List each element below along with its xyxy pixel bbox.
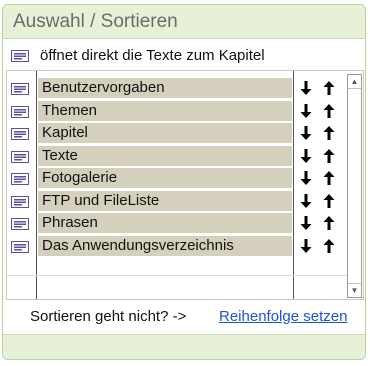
arrow-down-icon[interactable] (299, 80, 313, 101)
list-item: Das Anwendungsverzeichnis (7, 235, 347, 257)
sort-question-text: Sortieren geht nicht? -> (30, 308, 187, 325)
arrow-up-icon[interactable] (322, 125, 336, 146)
list-item-label[interactable]: Texte (38, 145, 292, 166)
arrow-down-icon[interactable] (299, 103, 313, 124)
list-item-label[interactable]: Phrasen (38, 213, 292, 233)
scroll-up-button[interactable]: ▲ (348, 75, 361, 89)
arrow-down-icon[interactable] (299, 148, 313, 169)
list-item-label[interactable]: Benutzervorgaben (38, 78, 292, 98)
arrow-down-icon[interactable] (299, 193, 313, 214)
text-document-icon[interactable] (11, 172, 29, 190)
panel-title: Auswahl / Sortieren (13, 11, 178, 32)
text-document-icon[interactable] (11, 240, 29, 258)
set-order-link[interactable]: Reihenfolge setzen (219, 308, 347, 325)
arrow-down-icon[interactable] (299, 125, 313, 146)
arrow-down-icon[interactable] (299, 170, 313, 191)
text-document-icon[interactable] (11, 217, 29, 235)
arrow-down-icon[interactable] (299, 238, 313, 259)
arrow-up-icon[interactable] (322, 80, 336, 101)
text-document-icon[interactable] (11, 105, 29, 123)
list-item-label[interactable]: Kapitel (38, 123, 292, 143)
list-item: Kapitel (7, 122, 347, 144)
arrow-up-icon[interactable] (322, 238, 336, 259)
arrow-up-icon[interactable] (322, 103, 336, 124)
vertical-scrollbar[interactable]: ▲ ▼ (347, 74, 362, 298)
arrow-up-icon[interactable] (322, 215, 336, 236)
scroll-down-button[interactable]: ▼ (348, 283, 361, 297)
hint-text: öffnet direkt die Texte zum Kapitel (40, 47, 265, 64)
text-document-icon[interactable] (11, 127, 29, 145)
text-document-icon (11, 49, 29, 67)
list-item: Texte (7, 145, 347, 167)
arrow-down-icon[interactable] (299, 215, 313, 236)
text-document-icon[interactable] (11, 82, 29, 100)
list-item: Phrasen (7, 212, 347, 234)
text-document-icon[interactable] (11, 150, 29, 168)
panel-footer (3, 334, 365, 359)
row-divider (7, 275, 347, 276)
panel-header: Auswahl / Sortieren (3, 5, 365, 39)
arrow-up-icon[interactable] (322, 193, 336, 214)
list-item: Fotogalerie (7, 167, 347, 189)
list-item-label[interactable]: FTP und FileListe (38, 190, 292, 211)
list-item: Themen (7, 100, 347, 122)
arrow-up-icon[interactable] (322, 170, 336, 191)
list-item-label[interactable]: Das Anwendungsverzeichnis (38, 235, 292, 256)
selection-panel: Auswahl / Sortieren öffnet direkt die Te… (2, 4, 366, 360)
chapter-list: Benutzervorgaben Themen Kapitel Texte Fotoga… (6, 70, 364, 300)
list-item: FTP und FileListe (7, 190, 347, 212)
text-document-icon[interactable] (11, 195, 29, 213)
arrow-up-icon[interactable] (322, 148, 336, 169)
list-item-label[interactable]: Themen (38, 100, 292, 121)
list-item: Benutzervorgaben (7, 77, 347, 99)
list-item-label[interactable]: Fotogalerie (38, 168, 292, 188)
